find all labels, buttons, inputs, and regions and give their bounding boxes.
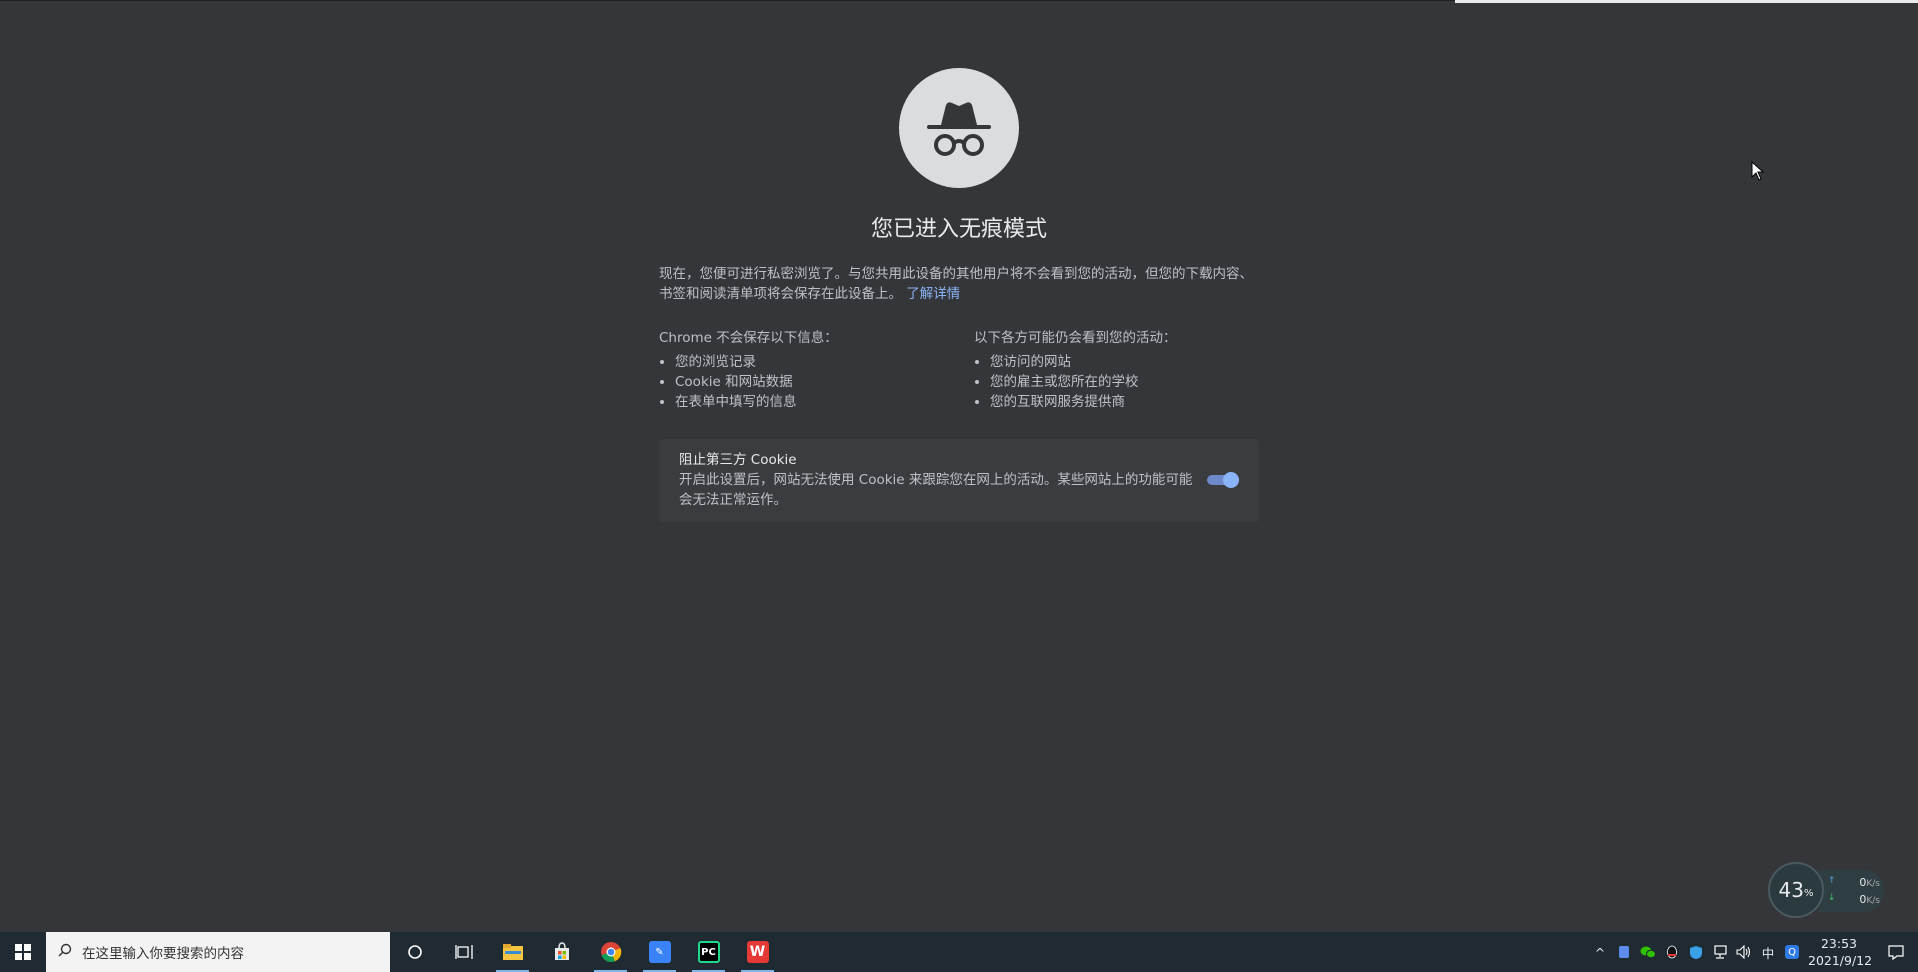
- memory-usage-gauge: 43%: [1768, 862, 1824, 918]
- loading-bar: [1455, 0, 1918, 3]
- cookie-card-title: 阻止第三方 Cookie: [679, 452, 797, 468]
- page-title: 您已进入无痕模式: [870, 217, 1047, 242]
- upload-speed: ↑ 0K/s: [1828, 876, 1880, 889]
- list-item: 您的互联网服务提供商: [990, 392, 1274, 412]
- clock[interactable]: 23:53 2021/9/12: [1808, 935, 1873, 969]
- store-icon[interactable]: [537, 932, 586, 972]
- cookie-card-description: 开启此设置后，网站无法使用 Cookie 来跟踪您在网上的活动。某些网站上的功能…: [679, 472, 1193, 508]
- network-icon[interactable]: [1708, 932, 1732, 972]
- incognito-icon: [899, 68, 1019, 188]
- list-item: Cookie 和网站数据: [675, 372, 959, 392]
- download-speed: ↓ 0K/s: [1828, 893, 1880, 906]
- search-icon: [58, 943, 72, 961]
- notification-center-icon[interactable]: [1874, 932, 1918, 972]
- download-arrow-icon: ↓: [1828, 893, 1836, 903]
- visible-to-section: 以下各方可能仍会看到您的活动： 您访问的网站 您的雇主或您所在的学校 您的互联网…: [974, 328, 1274, 412]
- qq-browser-icon[interactable]: Q: [1780, 932, 1804, 972]
- network-speed-panel: ↑ 0K/s ↓ 0K/s: [1818, 870, 1884, 912]
- block-cookies-card: 阻止第三方 Cookie 开启此设置后，网站无法使用 Cookie 来跟踪您在网…: [659, 439, 1259, 522]
- block-cookies-toggle[interactable]: [1205, 472, 1239, 488]
- security-shield-icon[interactable]: [1684, 932, 1708, 972]
- wps-icon[interactable]: W: [733, 932, 782, 972]
- taskbar: 在这里输入你要搜索的内容 ✎ PC W ^ 中 Q 23:53 2021/9/1…: [0, 932, 1918, 972]
- intro-text: 现在，您便可进行私密浏览了。与您共用此设备的其他用户将不会看到您的活动，但您的下…: [659, 264, 1259, 304]
- not-saved-section: Chrome 不会保存以下信息： 您的浏览记录 Cookie 和网站数据 在表单…: [659, 328, 959, 412]
- chrome-icon[interactable]: [586, 932, 635, 972]
- pycharm-icon[interactable]: PC: [684, 932, 733, 972]
- network-app-icon[interactable]: [1612, 932, 1636, 972]
- system-tray: ^ 中 Q 23:53 2021/9/12: [1588, 932, 1918, 972]
- search-placeholder: 在这里输入你要搜索的内容: [82, 946, 244, 962]
- not-saved-heading: Chrome 不会保存以下信息：: [659, 330, 838, 346]
- volume-icon[interactable]: [1732, 932, 1756, 972]
- cortana-icon[interactable]: [390, 932, 439, 972]
- chevron-up-icon[interactable]: ^: [1588, 932, 1612, 972]
- windows-icon: [15, 944, 31, 960]
- list-item: 您的浏览记录: [675, 352, 959, 372]
- feishu-icon[interactable]: ✎: [635, 932, 684, 972]
- mouse-cursor-icon: [1751, 160, 1765, 185]
- file-explorer-icon[interactable]: [488, 932, 537, 972]
- learn-more-link[interactable]: 了解详情: [906, 286, 960, 302]
- list-item: 您的雇主或您所在的学校: [990, 372, 1274, 392]
- taskbar-search-box[interactable]: 在这里输入你要搜索的内容: [46, 932, 390, 972]
- clock-date: 2021/9/12: [1808, 953, 1873, 968]
- task-view-icon[interactable]: [439, 932, 488, 972]
- ime-indicator[interactable]: 中: [1756, 932, 1780, 972]
- upload-arrow-icon: ↑: [1828, 876, 1836, 886]
- wechat-icon[interactable]: [1636, 932, 1660, 972]
- clock-time: 23:53: [1820, 936, 1858, 951]
- network-monitor-widget[interactable]: ↑ 0K/s ↓ 0K/s 43%: [1768, 862, 1886, 920]
- visible-to-heading: 以下各方可能仍会看到您的活动：: [974, 330, 1177, 346]
- list-item: 在表单中填写的信息: [675, 392, 959, 412]
- qq-icon[interactable]: [1660, 932, 1684, 972]
- start-button[interactable]: [0, 932, 46, 972]
- list-item: 您访问的网站: [990, 352, 1274, 372]
